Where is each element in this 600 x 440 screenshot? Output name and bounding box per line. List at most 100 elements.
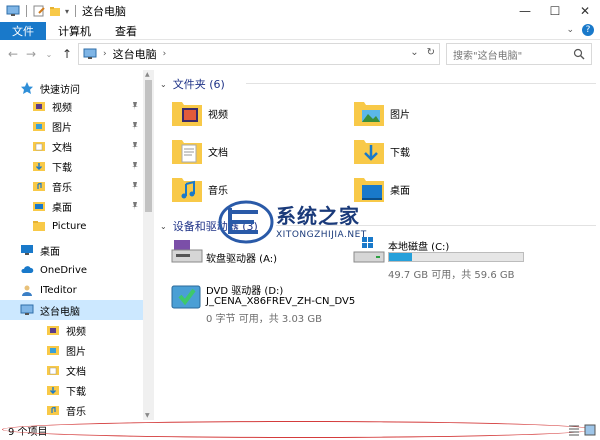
properties-icon[interactable] <box>33 5 45 17</box>
nav-label: 视频 <box>52 102 72 114</box>
nav-quick-access[interactable]: 快速访问 <box>20 78 80 98</box>
breadcrumb-separator-icon[interactable]: › <box>103 49 107 59</box>
nav-label: 视频 <box>66 326 86 338</box>
folder-label: 下载 <box>390 147 410 159</box>
close-button[interactable]: ✕ <box>570 0 600 22</box>
address-bar[interactable]: › 这台电脑 › ⌄ ↻ <box>78 43 440 65</box>
maximize-button[interactable]: ☐ <box>540 0 570 22</box>
document-folder-icon <box>33 142 45 151</box>
nav-pc-music[interactable]: 音乐 <box>46 400 86 420</box>
nav-quick-videos[interactable]: 视频 <box>32 96 72 116</box>
nav-quick-pictures[interactable]: 图片 <box>32 116 72 136</box>
window-controls: — ☐ ✕ <box>510 0 600 22</box>
nav-quick-documents[interactable]: 文档 <box>32 136 72 156</box>
folders-section-header[interactable]: ⌄ 文件夹 (6) <box>160 76 225 92</box>
tab-computer[interactable]: 计算机 <box>46 23 103 39</box>
nav-label: OneDrive <box>40 264 88 276</box>
drive-label: J_CENA_X86FREV_ZH-CN_DV5 <box>206 296 356 307</box>
pin-icon[interactable] <box>130 161 140 171</box>
download-folder-icon <box>47 386 59 395</box>
scroll-thumb[interactable] <box>145 80 152 212</box>
nav-pc-videos[interactable]: 视频 <box>46 320 86 340</box>
search-box[interactable]: 搜索"这台电脑" <box>446 43 592 65</box>
watermark-text: 系统之家 <box>276 204 360 228</box>
nav-pc-documents[interactable]: 文档 <box>46 360 86 380</box>
nav-desktop[interactable]: 桌面 <box>20 240 60 260</box>
drive-name: DVD 驱动器 (D:) <box>206 286 284 297</box>
pin-icon[interactable] <box>130 181 140 191</box>
nav-pc-downloads[interactable]: 下载 <box>46 380 86 400</box>
expand-ribbon-icon[interactable]: ⌄ <box>566 25 574 35</box>
search-icon[interactable] <box>573 48 585 60</box>
customize-toolbar-icon[interactable]: ▾ <box>65 7 69 16</box>
nav-scrollbar[interactable]: ▲ ▼ <box>143 70 154 420</box>
up-button[interactable]: ↑ <box>58 44 76 64</box>
folder-downloads[interactable]: 下载 <box>352 136 410 166</box>
nav-label: 音乐 <box>52 182 72 194</box>
watermark-subtext: XITONGZHIJIA.NET <box>276 230 367 240</box>
pin-icon[interactable] <box>130 201 140 211</box>
refresh-icon[interactable]: ↻ <box>427 47 435 58</box>
video-folder-icon <box>172 102 202 126</box>
computer-icon <box>83 48 97 59</box>
address-row: ← → ⌄ ↑ › 这台电脑 › ⌄ ↻ 搜索"这台电脑" <box>0 40 600 68</box>
pin-icon[interactable] <box>130 141 140 151</box>
picture-folder-icon <box>354 102 384 126</box>
nav-iteditor[interactable]: ITeditor <box>20 280 77 300</box>
scroll-down-icon[interactable]: ▼ <box>145 412 150 419</box>
collapse-chevron-icon[interactable]: ⌄ <box>160 222 167 231</box>
pin-icon[interactable] <box>130 101 140 111</box>
drive-usage-fill <box>389 253 412 261</box>
nav-label: 图片 <box>66 346 86 358</box>
folder-videos[interactable]: 视频 <box>170 98 228 128</box>
nav-quick-desktop[interactable]: 桌面 <box>32 196 72 216</box>
drive-usage-bar <box>388 252 524 262</box>
new-folder-icon[interactable] <box>49 5 61 17</box>
address-dropdown-icon[interactable]: ⌄ <box>410 47 418 58</box>
large-icons-view-icon[interactable] <box>584 424 596 436</box>
scroll-up-icon[interactable]: ▲ <box>145 71 150 78</box>
music-folder-icon <box>47 406 59 415</box>
folder-pictures[interactable]: 图片 <box>352 98 410 128</box>
collapse-chevron-icon[interactable]: ⌄ <box>160 80 167 89</box>
folder-documents[interactable]: 文档 <box>170 136 228 166</box>
dvd-drive-icon <box>171 285 201 309</box>
tab-view[interactable]: 查看 <box>103 23 149 39</box>
search-input[interactable]: 搜索"这台电脑" <box>453 47 522 62</box>
tab-file[interactable]: 文件 <box>0 21 46 40</box>
nav-quick-downloads[interactable]: 下载 <box>32 156 72 176</box>
drive-c[interactable]: 本地磁盘 (C:) 49.7 GB 可用，共 59.6 GB <box>352 236 572 281</box>
nav-pc-pictures[interactable]: 图片 <box>46 340 86 360</box>
nav-label: 文档 <box>66 366 86 378</box>
nav-label: 音乐 <box>66 406 86 418</box>
minimize-button[interactable]: — <box>510 0 540 22</box>
details-view-icon[interactable] <box>568 424 580 436</box>
recent-locations-button[interactable]: ⌄ <box>40 44 58 64</box>
quick-access-toolbar: ▾ <box>0 5 78 17</box>
ribbon-right: ⌄ ? <box>566 24 594 36</box>
help-icon[interactable]: ? <box>582 24 594 36</box>
watermark: 系统之家 XITONGZHIJIA.NET <box>218 194 378 250</box>
nav-quick-music[interactable]: 音乐 <box>32 176 72 196</box>
breadcrumb-separator-icon[interactable]: › <box>163 49 167 59</box>
nav-label: 桌面 <box>40 246 60 258</box>
forward-button[interactable]: → <box>22 44 40 64</box>
back-button[interactable]: ← <box>4 44 22 64</box>
nav-onedrive[interactable]: OneDrive <box>20 260 87 280</box>
navigation-pane: 快速访问 视频 图片 文档 下载 音乐 桌面 Picture 桌面 OneDri… <box>0 70 156 420</box>
breadcrumb-this-pc[interactable]: 这台电脑 <box>113 46 157 62</box>
pin-icon[interactable] <box>130 121 140 131</box>
folder-icon <box>33 221 45 231</box>
nav-quick-picture[interactable]: Picture <box>32 216 86 236</box>
nav-this-pc[interactable]: 这台电脑 <box>0 300 143 320</box>
drive-dvd[interactable]: DVD 驱动器 (D:) J_CENA_X86FREV_ZH-CN_DV5 0 … <box>170 280 390 336</box>
video-folder-icon <box>47 326 59 335</box>
nav-label: 文档 <box>52 142 72 154</box>
drive-info: 49.7 GB 可用，共 59.6 GB <box>388 270 515 281</box>
nav-label: 图片 <box>52 122 72 134</box>
window-title: 这台电脑 <box>82 5 127 18</box>
nav-label: Picture <box>52 220 87 232</box>
music-folder-icon <box>33 182 45 191</box>
nav-label: 桌面 <box>52 202 72 214</box>
user-icon <box>22 285 32 296</box>
